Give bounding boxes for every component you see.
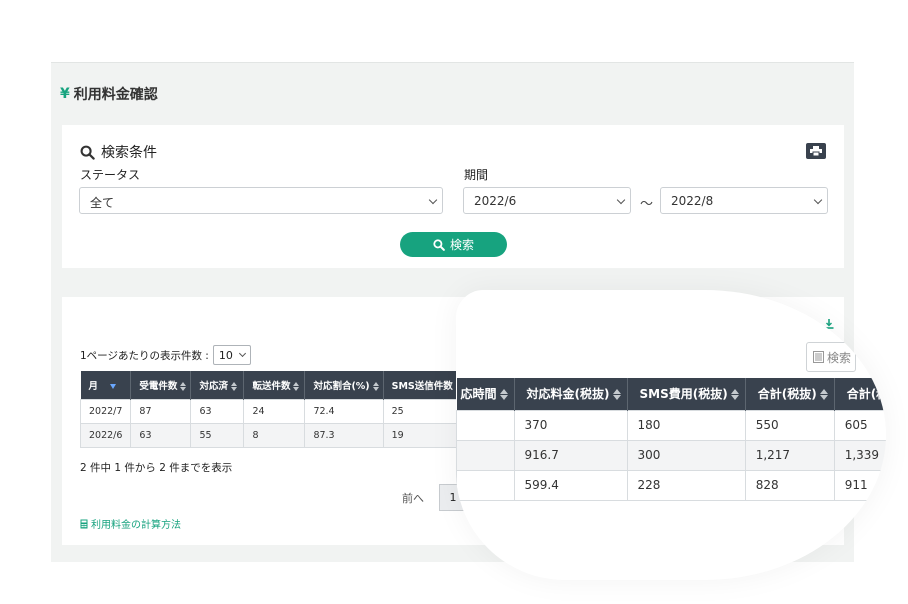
per-page-select[interactable]: 10 [212, 345, 251, 365]
status-select-value: 全て [90, 196, 115, 210]
table-cell: 180 [626, 409, 746, 441]
table-cell: 8 [243, 422, 306, 448]
sort-icon [372, 381, 379, 391]
table-cell [456, 409, 515, 441]
search-icon [433, 238, 445, 251]
table-cell: 300 [626, 439, 746, 471]
table-cell: 1,217 [744, 439, 835, 471]
sort-icon [819, 389, 828, 401]
yen-icon: ¥ [60, 86, 70, 102]
column-header-total-excl[interactable]: 合計(税抜) [745, 378, 835, 410]
table-cell: 828 [744, 469, 835, 501]
chevron-down-icon [616, 195, 626, 205]
calc-method-link[interactable]: 利用料金の計算方法 [80, 516, 181, 531]
table-row: 916.7 300 1,217 1,339 [456, 439, 886, 471]
table-cell: 1,339 [833, 439, 886, 471]
period-to-select[interactable]: 2022/8 [660, 187, 828, 214]
sort-icon [730, 389, 739, 401]
chevron-down-icon [238, 349, 246, 358]
table-row: 599.4 228 828 911 [456, 469, 886, 501]
period-from-value: 2022/6 [474, 194, 517, 208]
table-cell: 605 [833, 409, 886, 441]
status-label: ステータス [80, 168, 141, 182]
search-card: 検索条件 ステータス 全て 期間 2022/6 〜 2022/8 検索 [62, 125, 844, 268]
print-icon [810, 146, 822, 156]
table-header-row: 月 受電件数 対応済 転送件数 対応割合(%) SMS送信件数 [80, 371, 467, 399]
search-title-text: 検索条件 [101, 145, 157, 161]
sort-desc-icon [110, 383, 117, 389]
sort-icon [612, 389, 621, 401]
column-header-time[interactable]: 応時間 [456, 378, 515, 410]
chevron-down-icon [813, 195, 823, 205]
zoom-table: 応時間 対応料金(税抜) SMS費用(税抜) 合計(税抜) 合計(税込) 370… [456, 378, 886, 501]
search-button-label: 検索 [449, 238, 474, 252]
screen: ¥ 利用料金確認 検索条件 ステータス 全て 期間 2022/6 〜 2022/… [0, 0, 908, 604]
column-header-sms[interactable]: SMS送信件数 [383, 371, 467, 399]
column-header-handled[interactable]: 対応済 [190, 371, 245, 399]
table-cell: 370 [513, 409, 628, 441]
table-header-row: 応時間 対応料金(税抜) SMS費用(税抜) 合計(税抜) 合計(税込) [456, 378, 886, 410]
table-cell: 87 [130, 398, 192, 424]
sort-icon [293, 381, 300, 391]
per-page-control: 1ページあたりの表示件数 : 10 [80, 345, 251, 365]
status-select[interactable]: 全て [79, 187, 443, 214]
table-cell: 63 [190, 398, 245, 424]
table-cell [456, 469, 515, 501]
zoom-search-button[interactable]: 検索 [806, 342, 856, 372]
column-header-ratio[interactable]: 対応割合(%) [304, 371, 384, 399]
per-page-value: 10 [218, 349, 233, 362]
column-header-calls[interactable]: 受電件数 [130, 371, 192, 399]
period-label: 期間 [464, 168, 489, 182]
pagination-info: 2 件中 1 件から 2 件までを表示 [80, 462, 233, 474]
column-header-fee[interactable]: 対応料金(税抜) [514, 378, 628, 410]
column-header-transfers[interactable]: 転送件数 [243, 371, 306, 399]
table-cell: 2022/7 [79, 398, 132, 424]
table-row: 370 180 550 605 [456, 409, 886, 441]
search-icon [80, 145, 95, 160]
prev-page-link[interactable]: 前へ [402, 490, 424, 506]
table-cell: 55 [190, 422, 245, 448]
table-cell: 87.3 [304, 422, 384, 448]
table-row: 2022/6 63 55 8 87.3 19 [79, 422, 467, 448]
sort-icon [499, 389, 508, 401]
column-header-total-incl[interactable]: 合計(税込) [834, 378, 886, 410]
sort-icon [230, 381, 237, 391]
table-cell: 19 [382, 422, 467, 448]
chevron-down-icon [428, 195, 438, 205]
page-title-text: 利用料金確認 [73, 87, 158, 103]
table-cell: 72.4 [304, 398, 384, 424]
table-cell: 228 [626, 469, 746, 501]
table-cell: 550 [744, 409, 835, 441]
calculator-icon [80, 519, 88, 528]
table-cell [456, 439, 515, 471]
period-separator: 〜 [640, 197, 654, 212]
column-header-month[interactable]: 月 [80, 371, 132, 399]
search-section-title: 検索条件 [80, 142, 157, 162]
sort-icon [180, 381, 187, 391]
search-button[interactable]: 検索 [400, 232, 507, 257]
results-table: 月 受電件数 対応済 転送件数 対応割合(%) SMS送信件数 2022/7 8… [79, 371, 467, 448]
period-from-select[interactable]: 2022/6 [463, 187, 631, 214]
list-icon [813, 351, 824, 363]
table-cell: 599.4 [513, 469, 628, 501]
per-page-label: 1ページあたりの表示件数 : [80, 349, 209, 362]
table-cell: 916.7 [513, 439, 628, 471]
table-cell: 2022/6 [79, 422, 132, 448]
table-row: 2022/7 87 63 24 72.4 25 [79, 398, 467, 424]
table-cell: 911 [833, 469, 886, 501]
table-cell: 25 [382, 398, 467, 424]
calc-method-label: 利用料金の計算方法 [91, 520, 181, 531]
print-button[interactable] [806, 143, 826, 159]
magnified-view: 検索 応時間 対応料金(税抜) SMS費用(税抜) 合計(税抜) 合計(税込) … [456, 290, 886, 580]
column-header-sms-fee[interactable]: SMS費用(税抜) [627, 378, 746, 410]
table-cell: 63 [130, 422, 192, 448]
page-title: ¥ 利用料金確認 [60, 84, 158, 104]
period-to-value: 2022/8 [671, 194, 714, 208]
table-cell: 24 [243, 398, 306, 424]
zoom-search-label: 検索 [827, 350, 852, 365]
